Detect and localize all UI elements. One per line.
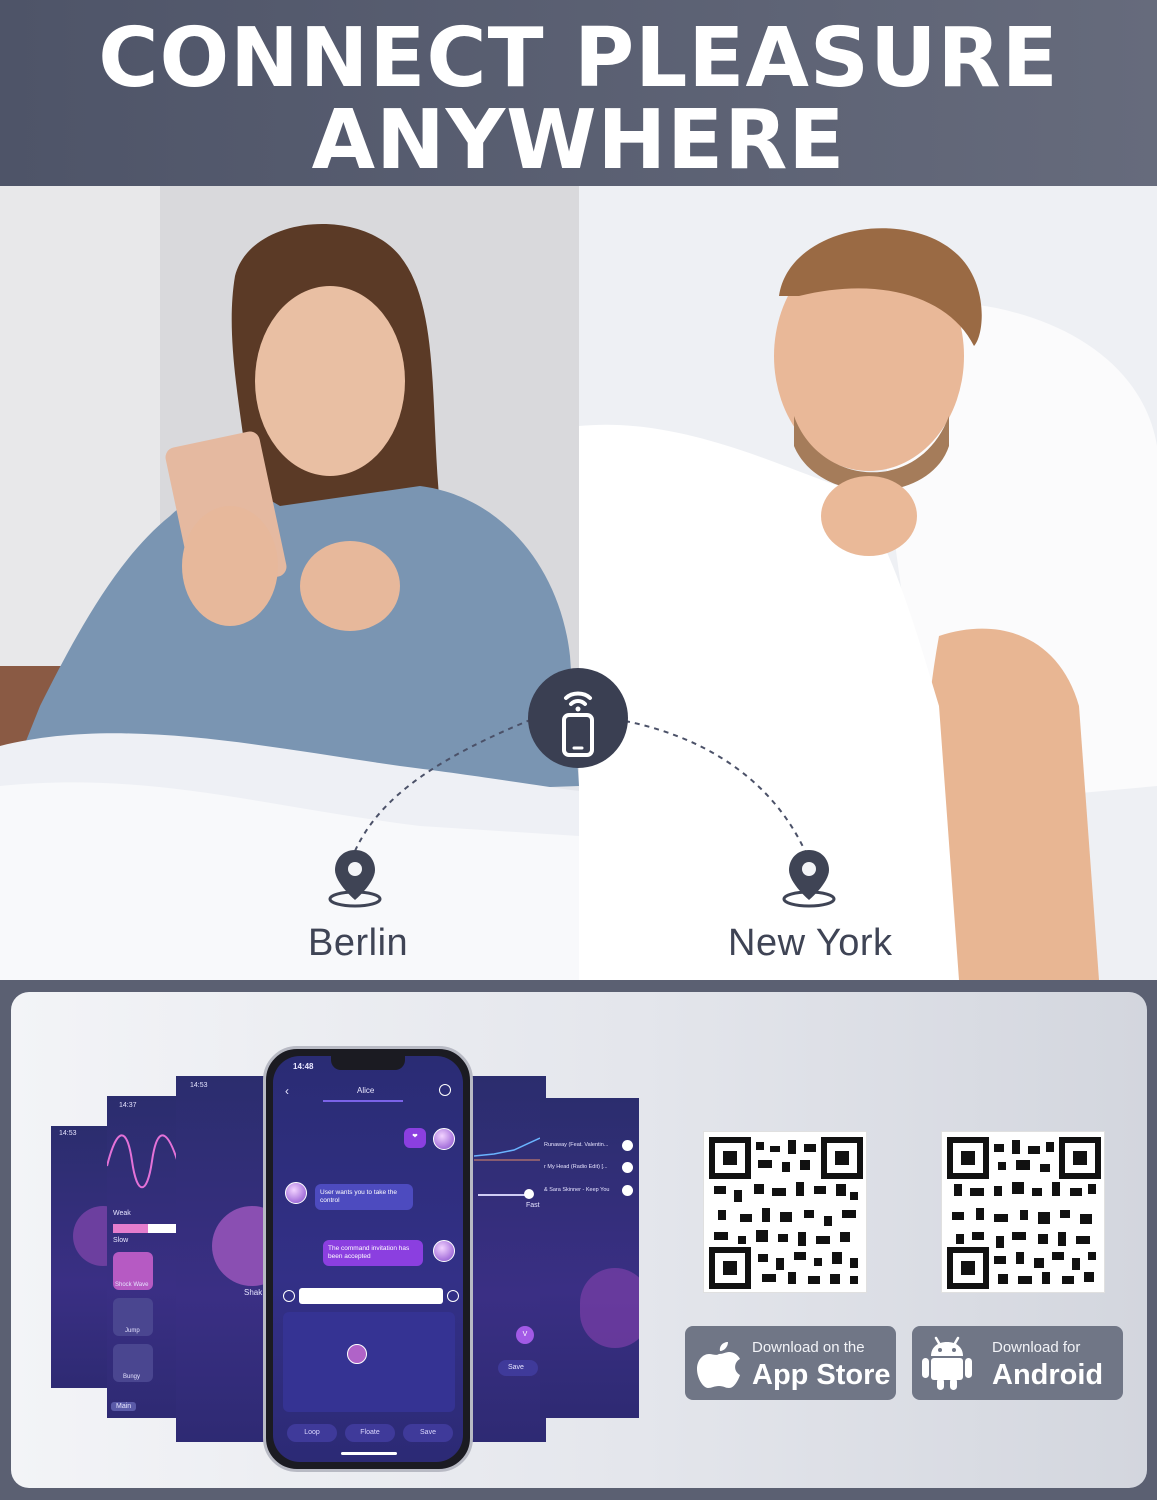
shake-orb (212, 1206, 268, 1286)
chat-bubble-outgoing: The command invitation has been accepted (323, 1240, 423, 1267)
phone-wifi-icon (528, 668, 628, 768)
android-download-button[interactable]: Download for Android (912, 1326, 1123, 1400)
play-icon[interactable] (622, 1140, 633, 1151)
app-screen-right-2: Runaway (Feat. Valentin... r My Head (Ra… (540, 1098, 639, 1418)
city-label-berlin: Berlin (308, 922, 409, 964)
app-store-button[interactable]: Download on the App Store (685, 1326, 896, 1400)
save-label: Save (508, 1364, 524, 1371)
apple-icon (697, 1342, 740, 1388)
status-time: 14:37 (119, 1102, 137, 1109)
status-time: 14:53 (59, 1130, 77, 1137)
appstore-small-text: Download on the (752, 1339, 865, 1356)
qr-code-android[interactable] (941, 1131, 1105, 1293)
avatar (433, 1240, 455, 1262)
mode-label: Jump (125, 1328, 140, 1334)
floate-button[interactable]: Floate (345, 1424, 395, 1442)
heart-message: ❤ (404, 1128, 426, 1148)
speed-slider-handle[interactable] (524, 1189, 534, 1199)
headline-line-2: ANYWHERE (311, 93, 846, 188)
control-pad[interactable] (283, 1312, 455, 1412)
message-input[interactable] (299, 1288, 443, 1304)
mode-label: Bungy (123, 1374, 141, 1380)
city-label-new-york: New York (728, 922, 893, 964)
tab-main[interactable]: Main (111, 1402, 137, 1411)
android-icon (922, 1336, 972, 1390)
app-screen-left-3: 14:53 Shak (176, 1076, 268, 1442)
song-item[interactable]: r My Head (Radio Edit) [... (544, 1164, 608, 1170)
line-chart (474, 1137, 540, 1161)
avatar (433, 1128, 455, 1150)
connection-line (354, 715, 806, 852)
add-icon[interactable] (447, 1290, 459, 1302)
chat-screen: 14:48 ‹ Alice ❤ User wants you to take t… (273, 1056, 463, 1462)
signal-icon[interactable] (439, 1084, 451, 1096)
status-time: 14:53 (190, 1082, 208, 1089)
back-chevron-icon[interactable]: ‹ (285, 1084, 289, 1098)
app-screen-right-1: Fast V Save (468, 1076, 546, 1442)
label-weak: Weak (113, 1210, 131, 1217)
control-dot[interactable] (347, 1344, 367, 1364)
wave-chart (107, 1134, 179, 1188)
app-screen-left-2: 14:37 Weak Slow Shock Wave Jump Bungy Ma… (107, 1096, 179, 1418)
mode-label: Shock Wave (115, 1282, 149, 1288)
header-banner: CONNECT PLEASURE ANYWHERE (0, 0, 1157, 186)
android-small-text: Download for (992, 1339, 1081, 1356)
label-slow: Slow (113, 1237, 129, 1244)
voice-icon[interactable] (283, 1290, 295, 1302)
label-fast: Fast (526, 1202, 540, 1209)
avatar (285, 1182, 307, 1204)
phone-mockup: 14:48 ‹ Alice ❤ User wants you to take t… (263, 1046, 473, 1472)
v-button[interactable]: V (516, 1326, 534, 1344)
song-item[interactable]: Runaway (Feat. Valentin... (544, 1142, 608, 1148)
play-icon[interactable] (622, 1185, 633, 1196)
play-icon[interactable] (622, 1162, 633, 1173)
android-big-text: Android (992, 1359, 1104, 1391)
location-pin-icon (326, 846, 384, 908)
loop-button[interactable]: Loop (287, 1424, 337, 1442)
location-pin-icon (780, 846, 838, 908)
appstore-big-text: App Store (752, 1359, 891, 1391)
status-time: 14:48 (293, 1062, 314, 1071)
headline-line-1: CONNECT PLEASURE (98, 11, 1059, 106)
photo-section (0, 186, 1157, 980)
contact-name: Alice (357, 1086, 375, 1095)
song-item[interactable]: & Sara Skinner - Keep You (544, 1187, 609, 1193)
qr-code-appstore[interactable] (703, 1131, 867, 1293)
chat-bubble-incoming: User wants you to take the control (315, 1184, 413, 1211)
save-button[interactable]: Save (403, 1424, 453, 1442)
shake-label: Shak (244, 1288, 263, 1297)
